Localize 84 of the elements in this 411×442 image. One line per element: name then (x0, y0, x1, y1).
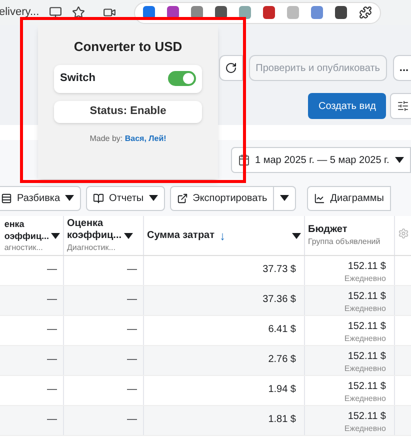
table-cell-text: — (47, 323, 57, 337)
column-subtitle: Диагностик... (67, 242, 116, 253)
calendar-icon (238, 154, 250, 166)
column-title: Оценка коэффиц... (67, 218, 122, 242)
budget-period: Ежедневно (344, 273, 386, 284)
caret-icon (292, 232, 301, 238)
budget-cell: 152.11 $ (348, 350, 386, 363)
table-cell-text: — (47, 263, 57, 277)
caret-icon (65, 195, 74, 201)
caret-icon (280, 195, 290, 201)
export-dropdown-button[interactable] (274, 186, 296, 210)
caret-icon (51, 232, 60, 238)
puzzle-icon[interactable] (359, 6, 372, 19)
table-cell-text: — (47, 413, 57, 427)
column-header[interactable]: Оценка коэффиц... Диагностик... (64, 216, 144, 255)
table-row[interactable]: — — 2.76 $ 152.11 $ Ежедневно (0, 346, 411, 376)
settings-sliders-button[interactable] (390, 93, 411, 119)
column-title: Сумма затрат (147, 230, 215, 242)
status-text: Status: Enable (90, 104, 166, 120)
budget-period: Ежедневно (344, 363, 386, 374)
table-cell-text: — (127, 413, 137, 427)
spend-cell-text: 37.36 $ (262, 293, 296, 307)
credit-text: Made by: Вася, Лей! (90, 132, 166, 144)
spend-cell-text: 1.94 $ (268, 383, 296, 397)
table-cell-text: — (127, 293, 137, 307)
table-row[interactable]: — — 6.41 $ 152.11 $ Ежедневно (0, 316, 411, 346)
camera-icon[interactable] (103, 6, 116, 19)
column-header[interactable]: енка оэффиц... агностик... (0, 216, 64, 255)
popup-title: Converter to USD (74, 38, 182, 56)
extension-icon[interactable] (263, 6, 276, 19)
column-subtitle: Группа объявлений (308, 236, 380, 247)
caret-icon (124, 232, 133, 238)
column-title: енка оэффиц... (4, 218, 49, 242)
budget-period: Ежедневно (344, 303, 386, 314)
table-cell-text: — (47, 383, 57, 397)
date-range-picker[interactable]: 1 мар 2025 г. — 5 мар 2025 г. (231, 147, 411, 173)
chart-icon (314, 192, 326, 204)
table-cell-text: — (127, 263, 137, 277)
credit-link[interactable]: Вася, Лей! (124, 134, 166, 142)
more-button[interactable]: ... (393, 55, 411, 81)
toggle-switch[interactable] (168, 71, 196, 86)
column-header[interactable]: Бюджет Группа объявлений (305, 216, 395, 255)
spend-cell-text: 37.73 $ (262, 263, 296, 277)
table-row[interactable]: — — 37.73 $ 152.11 $ Ежедневно (0, 256, 411, 286)
table-cell-text: — (127, 353, 137, 367)
bookmark-star-icon[interactable] (72, 6, 86, 19)
install-icon[interactable] (49, 6, 62, 19)
table-cell-text: — (127, 323, 137, 337)
create-view-button[interactable]: Создать вид (308, 93, 386, 119)
budget-cell: 152.11 $ (348, 320, 386, 333)
export-icon (176, 192, 188, 204)
caret-icon (395, 157, 404, 163)
charts-button[interactable]: Диаграммы (307, 186, 391, 210)
table-row[interactable]: — — 37.36 $ 152.11 $ Ежедневно (0, 286, 411, 316)
reports-button[interactable]: Отчеты (86, 186, 165, 210)
sort-arrow[interactable]: ↓ (220, 226, 226, 244)
budget-period: Ежедневно (344, 333, 386, 344)
refresh-icon (224, 62, 237, 74)
table-cell-text: — (47, 293, 57, 307)
spend-cell-text: 1.81 $ (268, 413, 296, 427)
spend-cell-text: 6.41 $ (268, 323, 296, 337)
table-cell-text: — (47, 353, 57, 367)
extension-icon[interactable] (335, 6, 348, 19)
table-row[interactable]: — — 1.81 $ 152.11 $ Ежедневно (0, 406, 411, 436)
export-button[interactable]: Экспортировать (170, 186, 274, 210)
caret-icon (148, 195, 158, 201)
table-row[interactable]: — — 1.94 $ 152.11 $ Ежедневно (0, 376, 411, 406)
breakdown-button[interactable]: Разбивка (0, 186, 82, 210)
rows-icon (1, 192, 12, 204)
column-header[interactable]: Сумма затрат ↓ (144, 216, 305, 255)
table-cell-text: — (127, 383, 137, 397)
budget-cell: 152.11 $ (348, 290, 386, 303)
book-icon (93, 192, 104, 204)
budget-cell: 152.11 $ (348, 260, 386, 273)
column-title: Бюджет (308, 224, 348, 236)
budget-cell: 152.11 $ (348, 410, 386, 423)
budget-period: Ежедневно (344, 393, 386, 404)
budget-cell: 152.11 $ (348, 380, 386, 393)
refresh-button[interactable] (218, 55, 243, 81)
sliders-icon (396, 100, 408, 112)
budget-period: Ежедневно (344, 423, 386, 434)
switch-label: Switch (60, 71, 96, 86)
spend-cell-text: 2.76 $ (268, 353, 296, 367)
column-subtitle: агностик... (4, 242, 44, 253)
